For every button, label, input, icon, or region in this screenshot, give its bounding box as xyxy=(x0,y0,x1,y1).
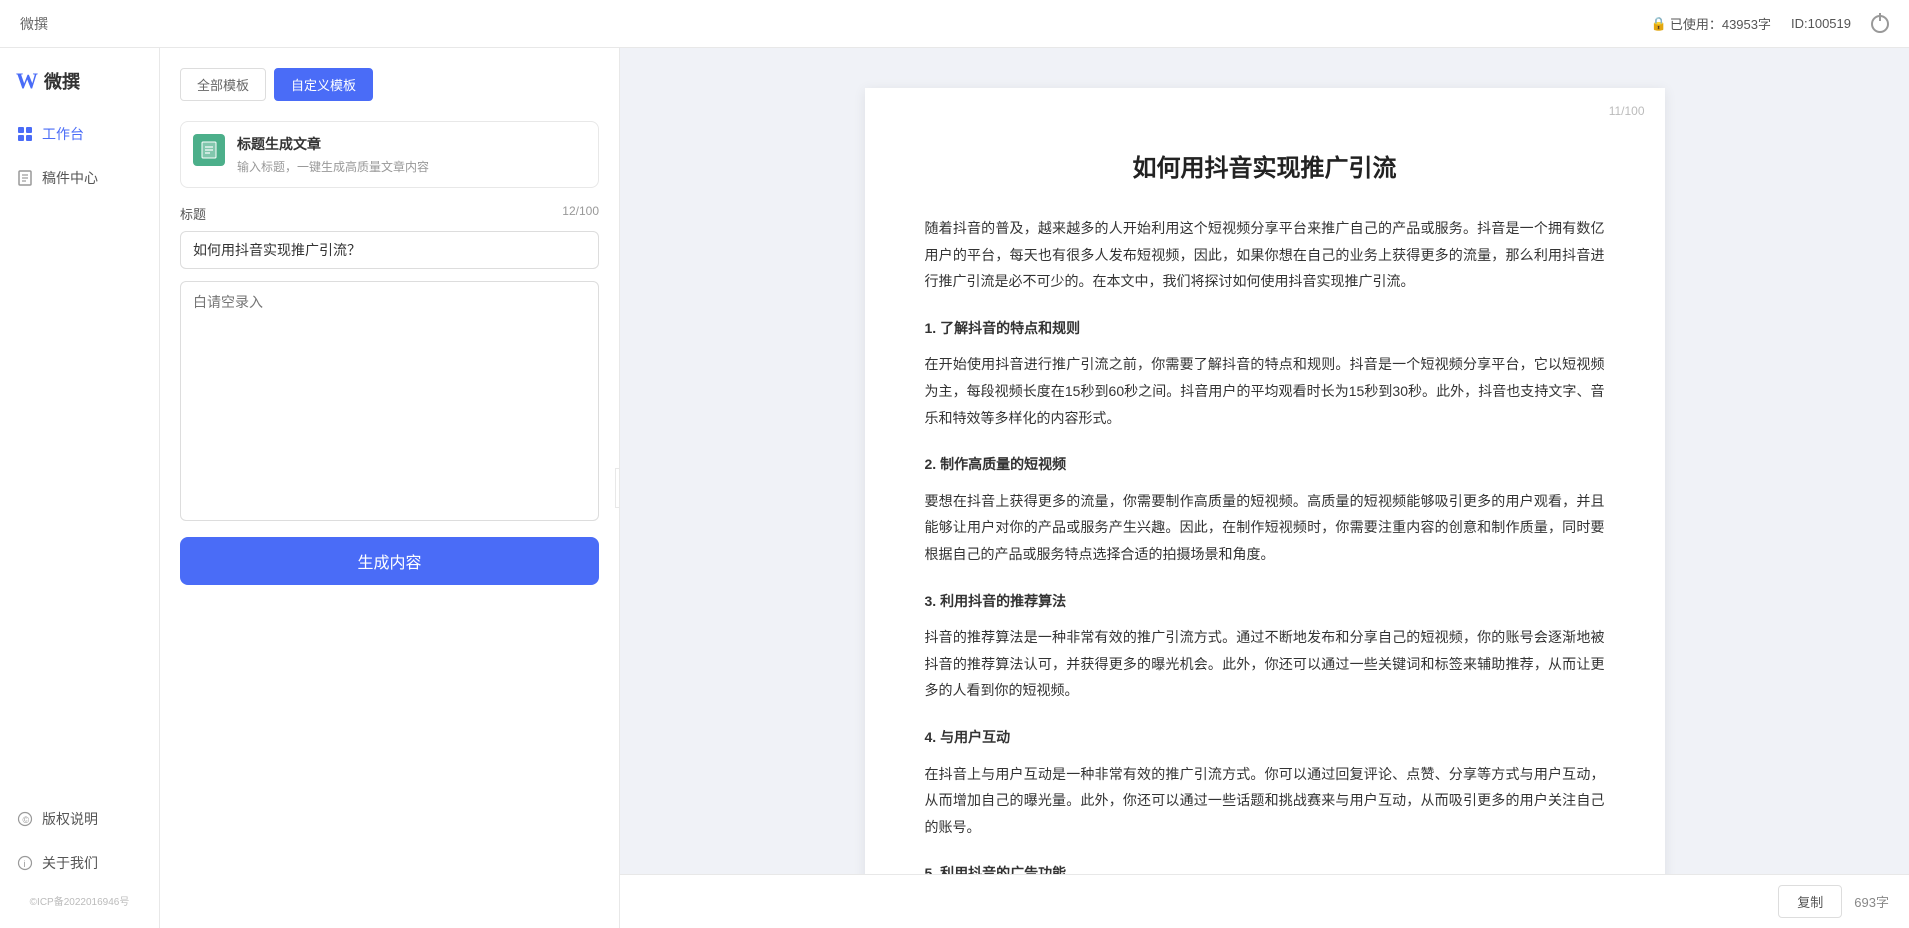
document-bottom-bar: 复制 693字 xyxy=(620,874,1909,928)
copyright-icon: © xyxy=(16,810,34,828)
title-counter: 12/100 xyxy=(562,204,599,223)
left-panel: 全部模板 自定义模板 标题生成文章 输入标题，一键生成高质量文章内容 xyxy=(160,48,620,928)
logo-w: W xyxy=(16,68,38,94)
sidebar-nav: 工作台 稿件中心 xyxy=(0,114,159,198)
tab-all-templates[interactable]: 全部模板 xyxy=(180,68,266,101)
main-content: 全部模板 自定义模板 标题生成文章 输入标题，一键生成高质量文章内容 xyxy=(160,48,1909,928)
svg-text:i: i xyxy=(24,859,26,869)
generate-btn-wrapper: 生成内容 xyxy=(180,521,599,585)
topbar-title: 微撰 xyxy=(20,14,48,34)
right-panel: 11/100 如何用抖音实现推广引流 随着抖音的普及，越来越多的人开始利用这个短… xyxy=(620,48,1909,928)
user-id: ID:100519 xyxy=(1791,16,1851,31)
main-layout: W 微撰 工作台 xyxy=(0,48,1909,928)
topbar: 微撰 🔒 已使用：43953字 ID:100519 xyxy=(0,0,1909,48)
about-label: 关于我们 xyxy=(42,853,98,873)
collapse-handle[interactable] xyxy=(615,468,620,508)
copyright-label: 版权说明 xyxy=(42,809,98,829)
sidebar-item-drafts[interactable]: 稿件中心 xyxy=(0,158,159,198)
generate-button[interactable]: 生成内容 xyxy=(180,537,599,585)
title-field-label: 标题 12/100 xyxy=(180,204,599,223)
document-body: 随着抖音的普及，越来越多的人开始利用这个短视频分享平台来推广自己的产品或服务。抖… xyxy=(925,215,1605,874)
sidebar-item-copyright[interactable]: © 版权说明 xyxy=(0,799,159,839)
template-card-title-article[interactable]: 标题生成文章 输入标题，一键生成高质量文章内容 xyxy=(180,121,599,188)
document-container: 11/100 如何用抖音实现推广引流 随着抖音的普及，越来越多的人开始利用这个短… xyxy=(620,48,1909,874)
title-field-group: 标题 12/100 xyxy=(180,204,599,269)
template-card-info: 标题生成文章 输入标题，一键生成高质量文章内容 xyxy=(237,134,586,175)
doc-section-1-title: 1. 了解抖音的特点和规则 xyxy=(925,315,1605,342)
usage-text: 已使用：43953字 xyxy=(1670,14,1771,33)
power-button[interactable] xyxy=(1871,15,1889,33)
document-page: 11/100 如何用抖音实现推广引流 随着抖音的普及，越来越多的人开始利用这个短… xyxy=(865,88,1665,874)
sidebar-bottom: © 版权说明 i 关于我们 ©ICP备2022016946号 xyxy=(0,799,159,918)
usage-display: 🔒 已使用：43953字 xyxy=(1651,14,1771,33)
topbar-right: 🔒 已使用：43953字 ID:100519 xyxy=(1651,14,1889,33)
template-card-desc-text: 输入标题，一键生成高质量文章内容 xyxy=(237,158,586,175)
about-icon: i xyxy=(16,854,34,872)
svg-text:©: © xyxy=(23,815,30,825)
doc-section-4-body: 在抖音上与用户互动是一种非常有效的推广引流方式。你可以通过回复评论、点赞、分享等… xyxy=(925,761,1605,841)
copy-button[interactable]: 复制 xyxy=(1778,885,1842,918)
icp-footer: ©ICP备2022016946号 xyxy=(0,887,159,914)
sidebar: W 微撰 工作台 xyxy=(0,48,160,928)
template-card-icon xyxy=(193,134,225,166)
doc-section-5-title: 5. 利用抖音的广告功能 xyxy=(925,860,1605,874)
doc-section-1-body: 在开始使用抖音进行推广引流之前，你需要了解抖音的特点和规则。抖音是一个短视频分享… xyxy=(925,351,1605,431)
document-title: 如何用抖音实现推广引流 xyxy=(925,148,1605,183)
doc-section-3-title: 3. 利用抖音的推荐算法 xyxy=(925,588,1605,615)
workbench-label: 工作台 xyxy=(42,124,84,144)
drafts-label: 稿件中心 xyxy=(42,168,98,188)
logo-text: 微撰 xyxy=(44,68,80,94)
doc-section-2-body: 要想在抖音上获得更多的流量，你需要制作高质量的短视频。高质量的短视频能够吸引更多… xyxy=(925,488,1605,568)
title-input[interactable] xyxy=(180,231,599,269)
workbench-icon xyxy=(16,125,34,143)
usage-icon: 🔒 xyxy=(1651,16,1667,32)
doc-intro: 随着抖音的普及，越来越多的人开始利用这个短视频分享平台来推广自己的产品或服务。抖… xyxy=(925,215,1605,295)
sidebar-item-about[interactable]: i 关于我们 xyxy=(0,843,159,883)
drafts-icon xyxy=(16,169,34,187)
content-textarea[interactable] xyxy=(180,281,599,521)
sidebar-item-workbench[interactable]: 工作台 xyxy=(0,114,159,154)
page-number: 11/100 xyxy=(1609,104,1645,118)
doc-section-2-title: 2. 制作高质量的短视频 xyxy=(925,451,1605,478)
doc-section-4-title: 4. 与用户互动 xyxy=(925,724,1605,751)
doc-section-3-body: 抖音的推荐算法是一种非常有效的推广引流方式。通过不断地发布和分享自己的短视频，你… xyxy=(925,624,1605,704)
tab-custom-templates[interactable]: 自定义模板 xyxy=(274,68,373,101)
word-count: 693字 xyxy=(1854,892,1889,911)
logo: W 微撰 xyxy=(0,68,159,114)
template-card-title-text: 标题生成文章 xyxy=(237,134,586,154)
template-tabs: 全部模板 自定义模板 xyxy=(180,68,599,101)
